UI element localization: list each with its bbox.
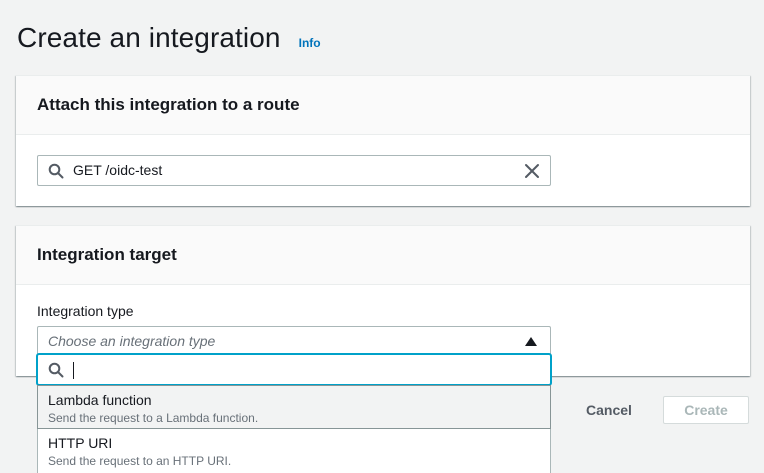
route-container: Attach this integration to a route GET /… [16, 75, 750, 206]
page-header: Create an integration Info [17, 22, 321, 54]
integration-type-select[interactable]: Choose an integration type [37, 326, 551, 355]
route-search-value[interactable]: GET /oidc-test [73, 162, 162, 178]
option-http-uri[interactable]: HTTP URI Send the request to an HTTP URI… [37, 429, 551, 473]
integration-type-placeholder: Choose an integration type [48, 333, 216, 349]
info-link[interactable]: Info [299, 36, 321, 50]
search-icon [48, 163, 64, 179]
integration-target-title: Integration target [37, 245, 177, 264]
create-button[interactable]: Create [663, 396, 749, 424]
route-section-title: Attach this integration to a route [37, 95, 300, 114]
option-lambda-function[interactable]: Lambda function Send the request to a La… [37, 385, 551, 429]
page-title: Create an integration [17, 22, 281, 53]
option-description: Send the request to a Lambda function. [48, 411, 259, 425]
caret-up-icon [525, 337, 537, 346]
integration-type-label: Integration type [37, 303, 134, 319]
dropdown-filter-input[interactable] [37, 354, 551, 385]
integration-target-header: Integration target [16, 226, 750, 285]
text-cursor [73, 362, 74, 379]
route-container-header: Attach this integration to a route [16, 76, 750, 135]
option-label: HTTP URI [48, 435, 113, 451]
close-icon[interactable] [523, 162, 541, 180]
option-label: Lambda function [48, 392, 152, 408]
cancel-button[interactable]: Cancel [573, 396, 645, 424]
integration-type-dropdown: Lambda function Send the request to a La… [37, 354, 551, 473]
route-search-input[interactable]: GET /oidc-test [37, 155, 551, 186]
search-icon [48, 362, 64, 378]
option-description: Send the request to an HTTP URI. [48, 454, 232, 468]
